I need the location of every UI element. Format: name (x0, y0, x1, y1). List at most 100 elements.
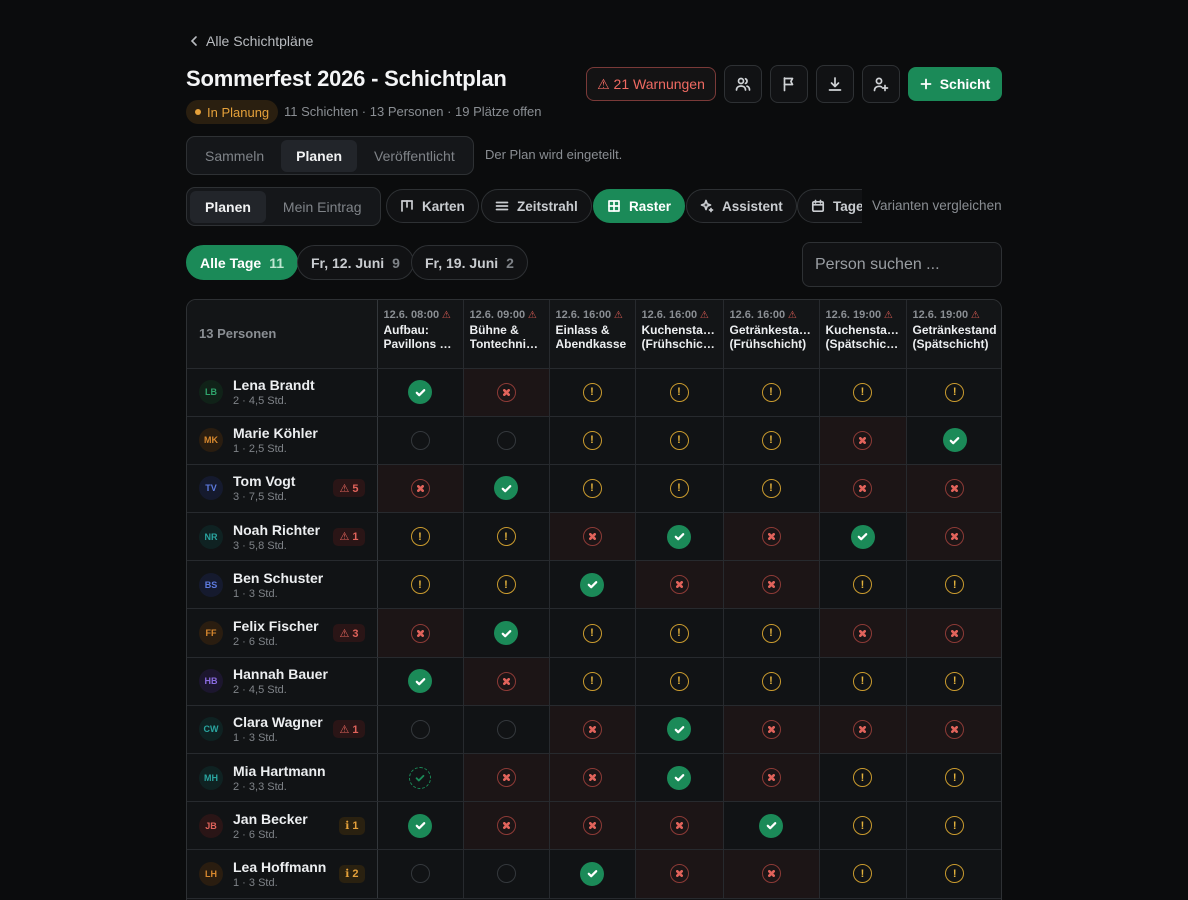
assignment-cell[interactable] (819, 464, 907, 514)
assignment-cell[interactable]: ! (723, 464, 820, 514)
assignment-cell[interactable] (377, 657, 464, 706)
day-filter-12-juni[interactable]: Fr, 12. Juni 9 (297, 245, 414, 280)
assignment-cell[interactable] (906, 705, 1001, 755)
person-cell[interactable]: LB Lena Brandt 2 · 4,5 Std. (187, 368, 378, 417)
assignment-cell[interactable] (819, 416, 907, 465)
assignment-cell[interactable] (549, 849, 636, 899)
assignment-cell[interactable] (377, 801, 464, 851)
people-button[interactable] (724, 65, 762, 103)
view-raster-button[interactable]: Raster (593, 189, 686, 223)
person-cell[interactable]: FF Felix Fischer 2 · 6 Std. ⚠ 3 (187, 608, 378, 658)
view-zeitstrahl-button[interactable]: Zeitstrahl (481, 189, 592, 223)
compare-variants-link[interactable]: Varianten vergleichen (872, 198, 1002, 213)
shift-header[interactable]: 12.6. 09:00 ⚠ Bühne & Tontechnik... (463, 300, 550, 369)
assignment-cell[interactable] (463, 801, 550, 851)
person-search-input[interactable] (802, 242, 1002, 287)
assignment-cell[interactable] (377, 368, 464, 417)
assignment-cell[interactable] (377, 416, 464, 465)
assignment-cell[interactable]: ! (463, 560, 550, 610)
assignment-cell[interactable]: ! (819, 657, 907, 706)
assignment-cell[interactable] (906, 608, 1001, 658)
assignment-cell[interactable]: ! (723, 368, 820, 417)
assignment-cell[interactable]: ! (819, 849, 907, 899)
shift-header[interactable]: 12.6. 19:00 ⚠ Getränkestand (Spätschicht) (906, 300, 1001, 369)
assignment-cell[interactable] (723, 849, 820, 899)
shift-header[interactable]: 12.6. 08:00 ⚠ Aufbau: Pavillons &... (377, 300, 464, 369)
warning-badge[interactable]: ⚠ 1 (333, 720, 365, 739)
person-cell[interactable]: MK Marie Köhler 1 · 2,5 Std. (187, 416, 378, 465)
assignment-cell[interactable] (463, 753, 550, 803)
assignment-cell[interactable] (463, 608, 550, 658)
assignment-cell[interactable]: ! (549, 464, 636, 514)
person-cell[interactable]: HB Hannah Bauer 2 · 4,5 Std. (187, 657, 378, 706)
mode-option-mein-eintrag[interactable]: Mein Eintrag (268, 191, 377, 223)
assignment-cell[interactable]: ! (906, 753, 1001, 803)
view-tages-button[interactable]: Tages (797, 189, 862, 223)
view-karten-button[interactable]: Karten (386, 189, 479, 223)
warning-badge[interactable]: ⚠ 3 (333, 624, 365, 643)
assignment-cell[interactable]: ! (635, 464, 724, 514)
shift-header[interactable]: 12.6. 16:00 ⚠ Einlass & Abendkasse (549, 300, 636, 369)
mode-option-planen[interactable]: Planen (190, 190, 266, 223)
assignment-cell[interactable] (463, 416, 550, 465)
assignment-cell[interactable] (723, 560, 820, 610)
assignment-cell[interactable] (723, 753, 820, 803)
assignment-cell[interactable] (635, 753, 724, 803)
warning-badge[interactable]: ⚠ 1 (333, 527, 365, 546)
assignment-cell[interactable] (463, 849, 550, 899)
info-badge[interactable]: ℹ 2 (339, 864, 365, 883)
assignment-cell[interactable]: ! (549, 368, 636, 417)
assignment-cell[interactable]: ! (906, 657, 1001, 706)
assignment-cell[interactable] (549, 560, 636, 610)
person-cell[interactable]: JB Jan Becker 2 · 6 Std. ℹ 1 (187, 801, 378, 851)
assignment-cell[interactable]: ! (549, 416, 636, 465)
assignment-cell[interactable] (377, 849, 464, 899)
assignment-cell[interactable] (377, 753, 464, 803)
warning-badge[interactable]: ⚠ 5 (333, 479, 365, 498)
add-person-button[interactable] (862, 65, 900, 103)
assignment-cell[interactable]: ! (723, 657, 820, 706)
assignment-cell[interactable]: ! (635, 657, 724, 706)
flag-button[interactable] (770, 65, 808, 103)
assignment-cell[interactable] (906, 512, 1001, 562)
assignment-cell[interactable] (377, 705, 464, 755)
assignment-cell[interactable] (819, 512, 907, 562)
info-badge[interactable]: ℹ 1 (339, 816, 365, 835)
assignment-cell[interactable] (819, 705, 907, 755)
assignment-cell[interactable] (723, 705, 820, 755)
day-filter-19-juni[interactable]: Fr, 19. Juni 2 (411, 245, 528, 280)
assignment-cell[interactable]: ! (819, 560, 907, 610)
assignment-cell[interactable]: ! (906, 368, 1001, 417)
shift-header[interactable]: 12.6. 16:00 ⚠ Getränkestand (Frühschicht) (723, 300, 820, 369)
phase-option-planen[interactable]: Planen (281, 139, 358, 172)
assignment-cell[interactable]: ! (635, 416, 724, 465)
person-cell[interactable]: MH Mia Hartmann 2 · 3,3 Std. (187, 753, 378, 803)
back-link[interactable]: Alle Schichtpläne (188, 33, 313, 49)
assignment-cell[interactable]: ! (819, 801, 907, 851)
assignment-cell[interactable]: ! (723, 608, 820, 658)
day-filter-all[interactable]: Alle Tage 11 (186, 245, 299, 280)
assignment-cell[interactable]: ! (377, 512, 464, 562)
assignment-cell[interactable] (635, 512, 724, 562)
assignment-cell[interactable]: ! (635, 368, 724, 417)
assignment-cell[interactable] (819, 608, 907, 658)
assignment-cell[interactable] (377, 608, 464, 658)
assignment-cell[interactable]: ! (463, 512, 550, 562)
assignment-cell[interactable]: ! (819, 753, 907, 803)
add-shift-button[interactable]: Schicht (908, 67, 1002, 101)
assignment-cell[interactable] (463, 705, 550, 755)
shift-header[interactable]: 12.6. 19:00 ⚠ Kuchenstand (Spätschicht) (819, 300, 907, 369)
shift-header[interactable]: 12.6. 16:00 ⚠ Kuchenstand (Frühschicht) (635, 300, 724, 369)
view-assistent-button[interactable]: Assistent (686, 189, 797, 223)
assignment-cell[interactable] (635, 849, 724, 899)
assignment-cell[interactable] (377, 464, 464, 514)
assignment-cell[interactable]: ! (723, 416, 820, 465)
person-cell[interactable]: CW Clara Wagner 1 · 3 Std. ⚠ 1 (187, 705, 378, 755)
assignment-cell[interactable] (549, 753, 636, 803)
warnings-button[interactable]: ⚠ 21 Warnungen (586, 67, 716, 101)
assignment-cell[interactable] (549, 801, 636, 851)
assignment-cell[interactable]: ! (549, 608, 636, 658)
assignment-cell[interactable] (463, 368, 550, 417)
assignment-cell[interactable] (463, 464, 550, 514)
person-cell[interactable]: TV Tom Vogt 3 · 7,5 Std. ⚠ 5 (187, 464, 378, 514)
